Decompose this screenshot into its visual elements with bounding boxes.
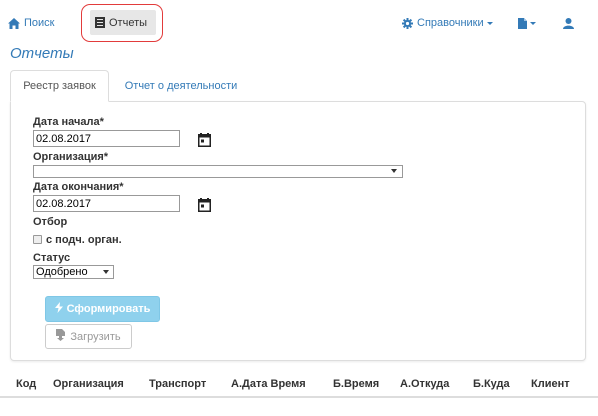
- lightning-icon: [54, 302, 67, 316]
- calendar-icon[interactable]: [198, 133, 211, 150]
- tab-activity-report[interactable]: Отчет о деятельности: [110, 70, 252, 102]
- column-header[interactable]: Транспорт: [149, 378, 206, 390]
- organization-label: Организация*: [33, 151, 109, 163]
- user-icon: [563, 17, 574, 29]
- status-select-value: Одобрено: [36, 266, 88, 278]
- page-title: Отчеты: [10, 45, 74, 62]
- status-select[interactable]: Одобрено: [33, 265, 114, 279]
- column-header[interactable]: Код: [16, 378, 36, 390]
- organization-select[interactable]: [33, 165, 403, 178]
- table-header: Код Организация Транспорт А.Дата Время Б…: [0, 372, 598, 398]
- nav-reports[interactable]: Отчеты: [90, 10, 156, 35]
- column-header[interactable]: Б.Время: [333, 378, 379, 390]
- nav-reports-label: Отчеты: [109, 16, 148, 29]
- end-date-input[interactable]: [33, 195, 180, 212]
- select-arrow-icon: [391, 169, 397, 173]
- list-icon: [95, 17, 109, 28]
- column-header[interactable]: А.Дата Время: [231, 378, 306, 390]
- tab-registry[interactable]: Реестр заявок: [10, 70, 109, 102]
- load-button[interactable]: Загрузить: [45, 324, 132, 349]
- file-download-icon: [56, 329, 70, 344]
- subordinate-org-label: с подч. орган.: [46, 234, 122, 246]
- file-icon: [518, 17, 527, 29]
- gear-icon: [402, 17, 417, 29]
- column-header[interactable]: Б.Куда: [473, 378, 510, 390]
- nav-document-dropdown[interactable]: [518, 10, 536, 36]
- load-button-label: Загрузить: [70, 330, 121, 343]
- status-label: Статус: [33, 252, 71, 264]
- select-arrow-icon: [103, 270, 109, 274]
- nav-search-label: Поиск: [24, 17, 55, 29]
- nav-reports-highlight: Отчеты: [81, 4, 163, 42]
- generate-button[interactable]: Сформировать: [45, 296, 160, 322]
- column-header[interactable]: Организация: [53, 378, 124, 390]
- end-date-label: Дата окончания*: [33, 181, 124, 193]
- nav-directories-dropdown[interactable]: Справочники: [402, 10, 493, 36]
- start-date-label: Дата начала*: [33, 116, 104, 128]
- calendar-icon[interactable]: [198, 198, 211, 215]
- navbar: Поиск Отчеты Справочники: [0, 0, 598, 44]
- chevron-down-icon: [530, 21, 536, 25]
- filter-label: Отбор: [33, 216, 68, 228]
- column-header[interactable]: Клиент: [531, 378, 570, 390]
- start-date-input[interactable]: [33, 130, 180, 147]
- generate-button-label: Сформировать: [66, 303, 151, 315]
- chevron-down-icon: [486, 21, 493, 25]
- subordinate-org-checkbox[interactable]: [33, 235, 42, 244]
- home-icon: [8, 17, 24, 29]
- column-header[interactable]: А.Откуда: [400, 378, 449, 390]
- nav-user[interactable]: [563, 10, 574, 36]
- nav-search[interactable]: Поиск: [8, 10, 54, 36]
- nav-directories-label: Справочники: [417, 17, 484, 29]
